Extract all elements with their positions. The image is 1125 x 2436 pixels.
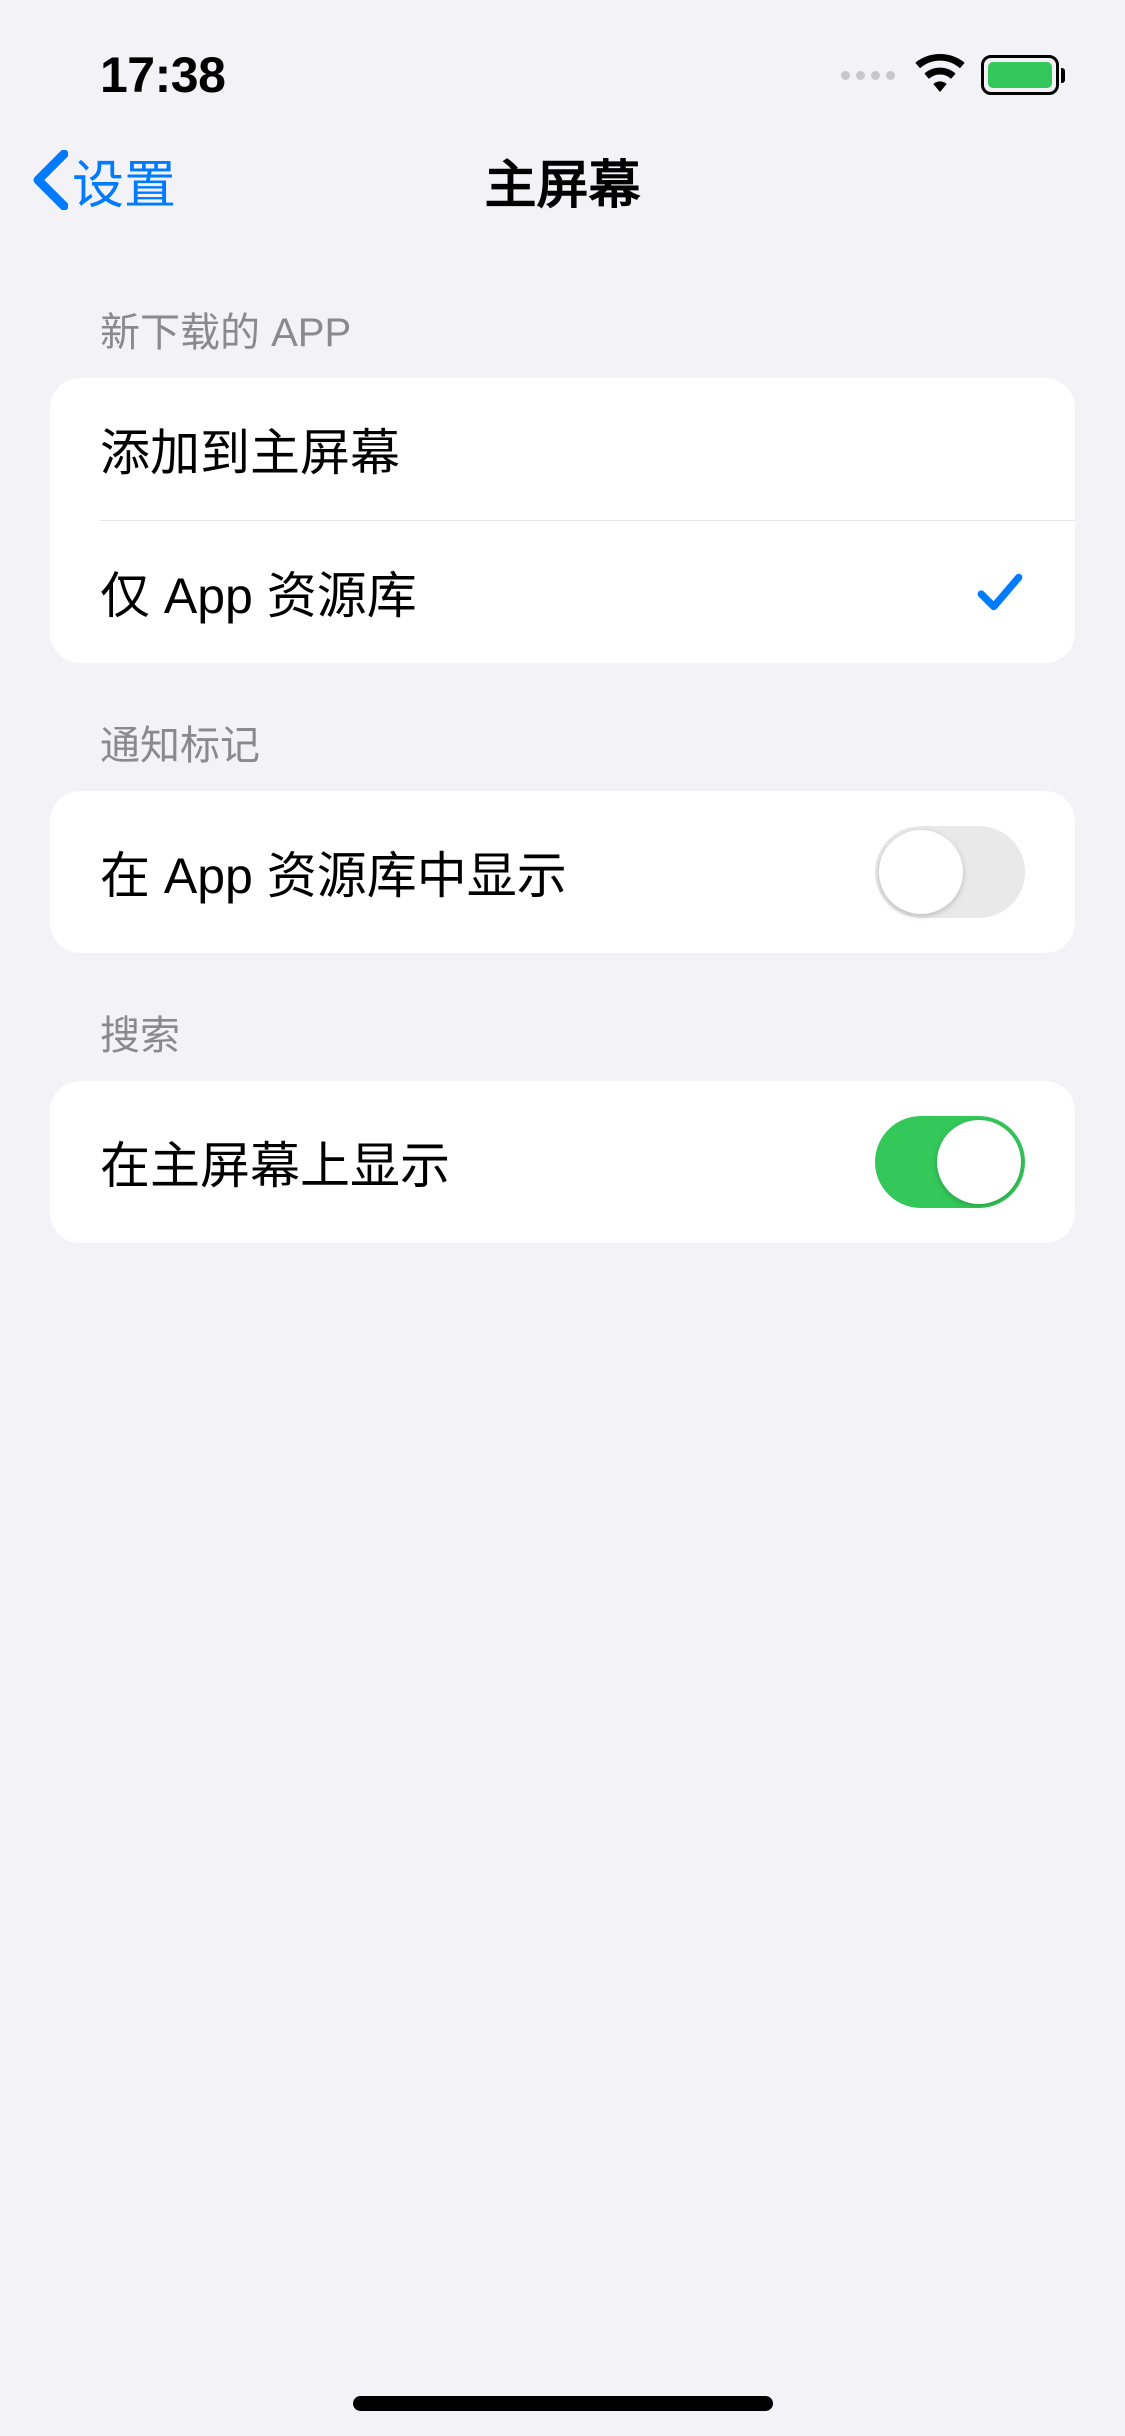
status-bar: 17:38 — [0, 0, 1125, 130]
option-label: 添加到主屏幕 — [100, 413, 400, 485]
option-app-library-only[interactable]: 仅 App 资源库 — [50, 521, 1075, 663]
row-show-on-home: 在主屏幕上显示 — [50, 1081, 1075, 1243]
section-header-badges: 通知标记 — [0, 663, 1125, 791]
section-group-badges: 在 App 资源库中显示 — [50, 791, 1075, 953]
page-title: 主屏幕 — [484, 143, 640, 218]
section-group-search: 在主屏幕上显示 — [50, 1081, 1075, 1243]
option-label: 仅 App 资源库 — [100, 556, 417, 628]
toggle-show-in-app-library[interactable] — [875, 826, 1025, 918]
back-label: 设置 — [72, 143, 176, 218]
row-label: 在 App 资源库中显示 — [100, 836, 567, 908]
battery-icon — [981, 55, 1065, 95]
row-show-in-app-library: 在 App 资源库中显示 — [50, 791, 1075, 953]
status-indicators — [841, 54, 1065, 97]
section-header-search: 搜索 — [0, 953, 1125, 1081]
section-group-new-apps: 添加到主屏幕 仅 App 资源库 — [50, 378, 1075, 663]
status-time: 17:38 — [100, 46, 225, 104]
chevron-back-icon — [30, 150, 68, 210]
home-indicator[interactable] — [353, 2396, 773, 2411]
back-button[interactable]: 设置 — [30, 143, 176, 218]
wifi-icon — [915, 54, 965, 97]
option-add-to-home[interactable]: 添加到主屏幕 — [50, 378, 1075, 520]
navigation-bar: 设置 主屏幕 — [0, 130, 1125, 250]
cellular-signal-icon — [841, 71, 895, 80]
checkmark-icon — [975, 567, 1025, 617]
toggle-show-on-home[interactable] — [875, 1116, 1025, 1208]
row-label: 在主屏幕上显示 — [100, 1126, 450, 1198]
section-header-new-apps: 新下载的 APP — [0, 250, 1125, 378]
